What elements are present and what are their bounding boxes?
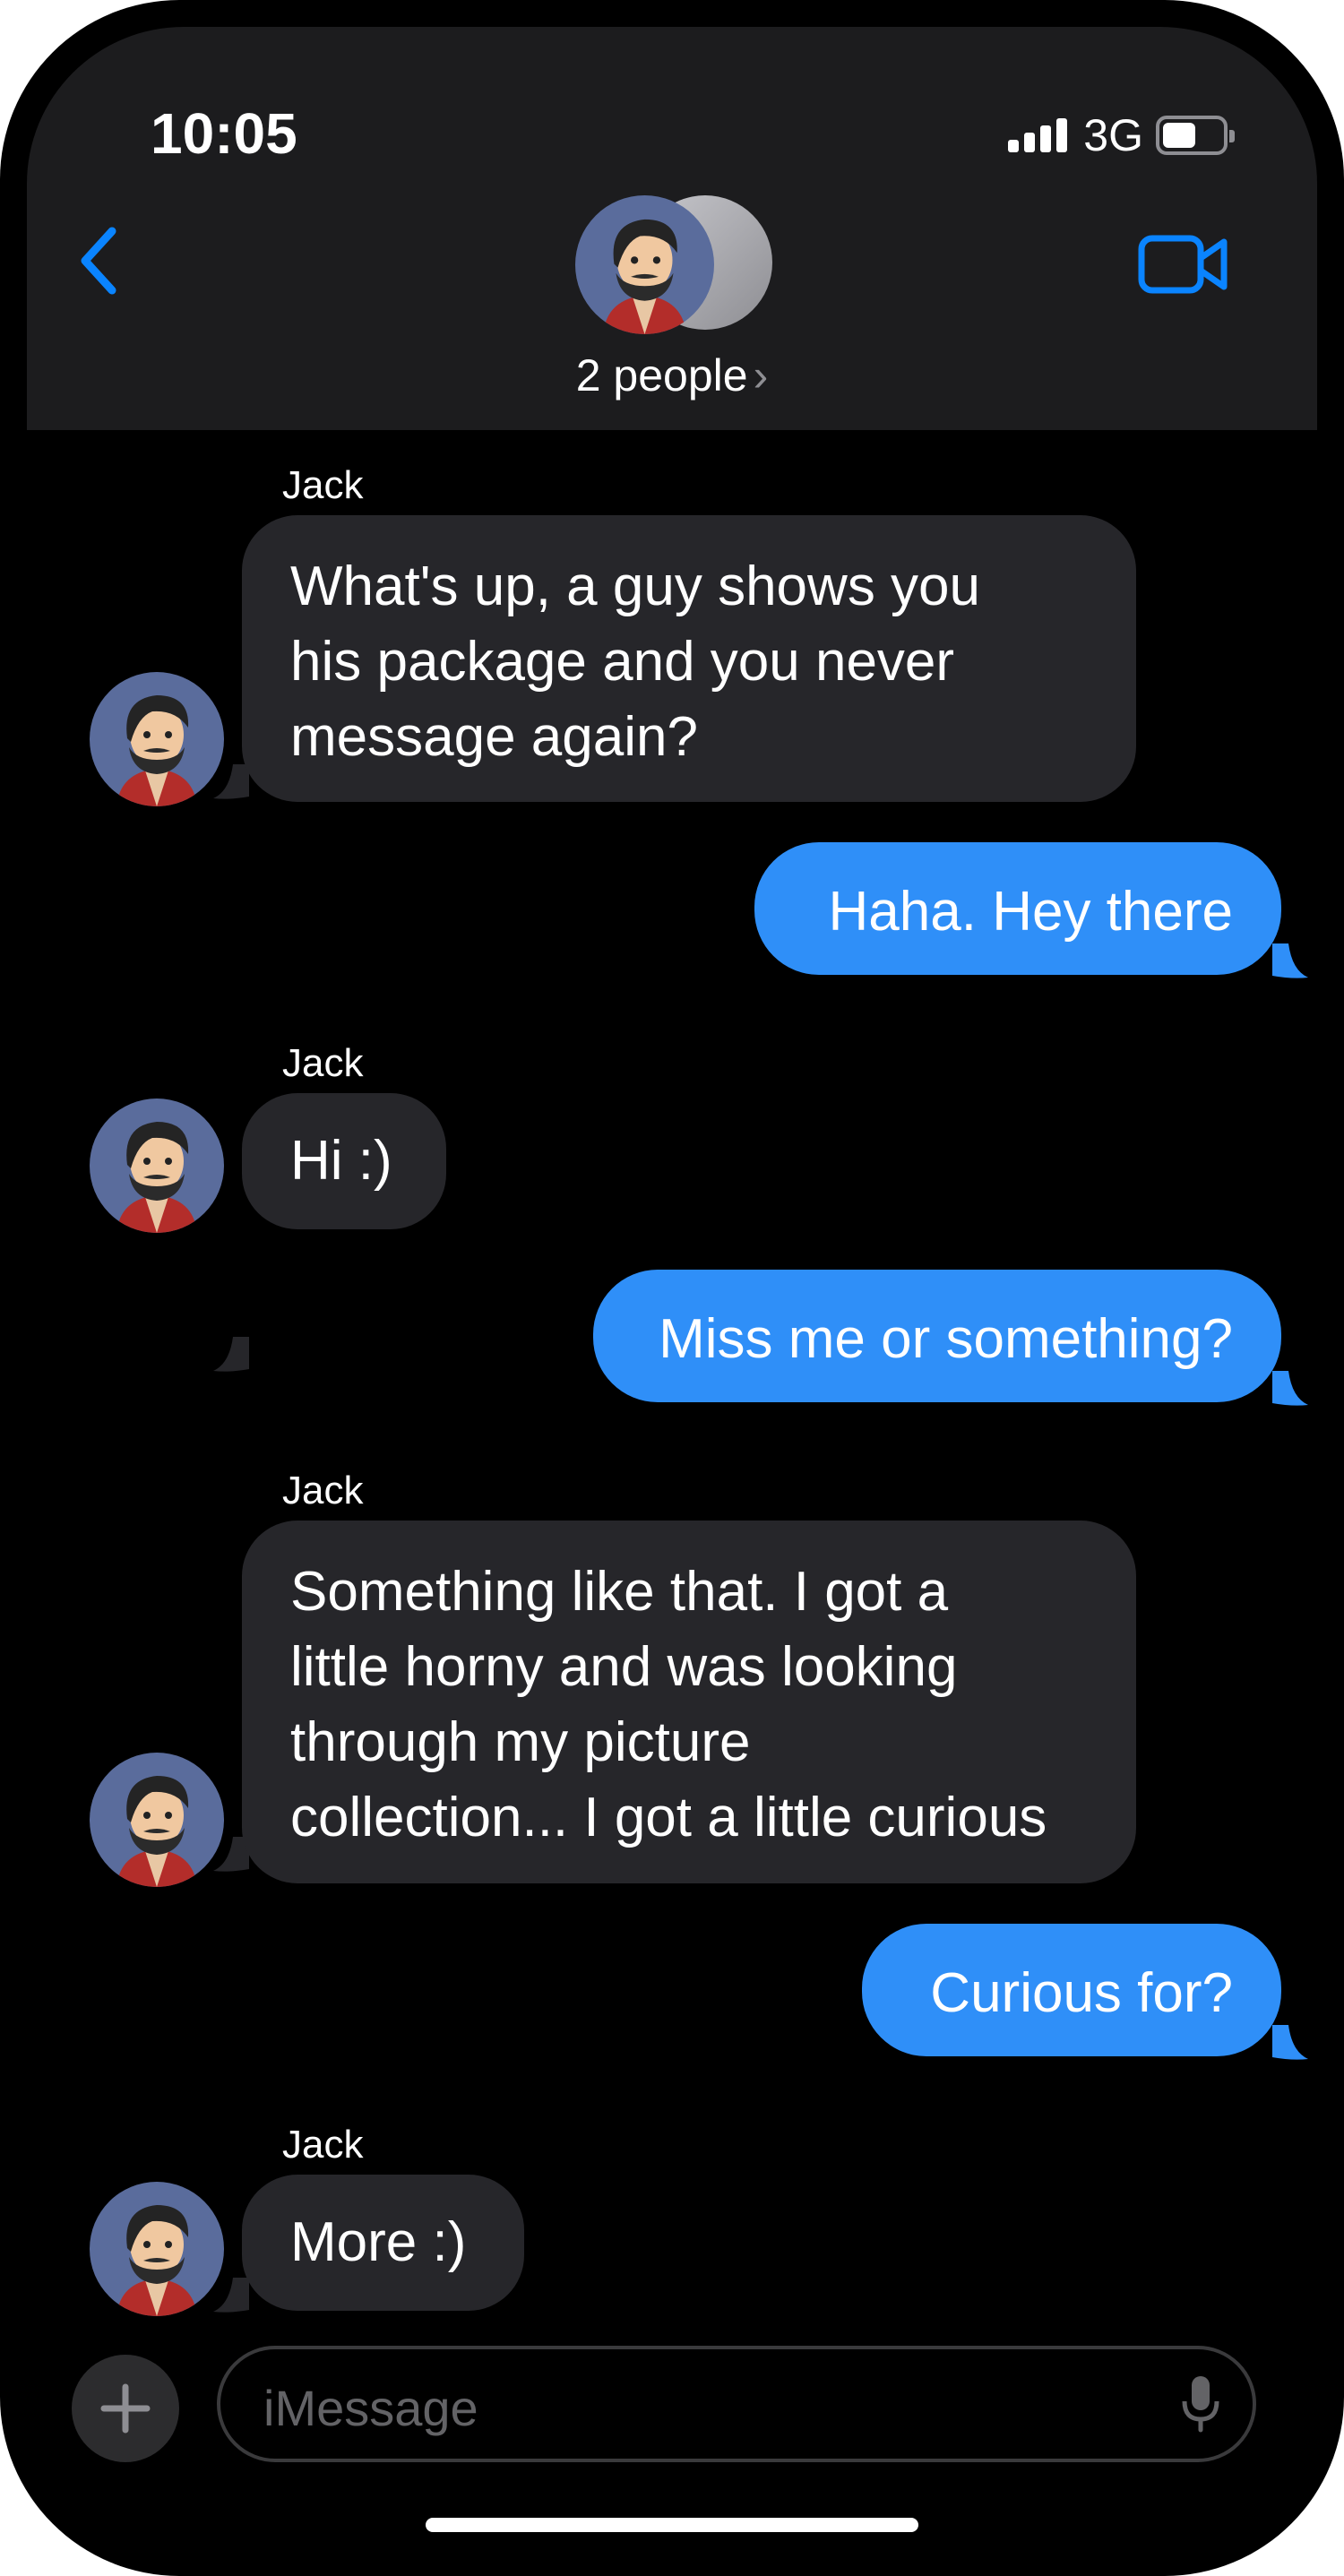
outgoing-message-bubble[interactable]: Miss me or something? <box>593 1270 1281 1402</box>
home-indicator[interactable] <box>426 2518 918 2532</box>
avatar[interactable] <box>90 2182 224 2316</box>
people-count-label: 2 people <box>575 350 748 401</box>
incoming-message-bubble[interactable]: What's up, a guy shows you his package a… <box>242 515 1136 802</box>
chevron-right-icon: › <box>753 350 769 401</box>
sender-name: Jack <box>282 2123 364 2167</box>
message-line: Miss me or something? <box>659 1308 1233 1370</box>
outgoing-message-bubble[interactable]: Curious for? <box>862 1924 1281 2056</box>
message-line: message again? <box>290 706 698 768</box>
battery-icon <box>1156 116 1235 155</box>
dictation-button[interactable] <box>1181 2374 1220 2438</box>
message-composer: iMessage <box>27 2330 1317 2462</box>
network-type: 3G <box>1083 110 1143 160</box>
message-line: collection... I got a little curious <box>290 1787 1047 1848</box>
screen: 10:05 3G 2 people › Jack What's up, a gu… <box>27 27 1317 2549</box>
message-line: his package and you never <box>290 631 955 693</box>
video-call-button[interactable] <box>1138 235 1228 298</box>
avatar[interactable] <box>90 1753 224 1887</box>
microphone-icon <box>1182 2376 1219 2433</box>
message-line: More :) <box>290 2211 467 2273</box>
sender-name: Jack <box>282 1469 364 1512</box>
message-line: Haha. Hey there <box>828 881 1233 943</box>
message-line: Something like that. I got a <box>290 1561 949 1623</box>
bubble-tail <box>1272 943 1308 979</box>
avatar <box>575 195 714 334</box>
bubble-tail <box>213 2278 249 2313</box>
outgoing-message-bubble[interactable]: Haha. Hey there <box>754 842 1281 975</box>
message-input[interactable]: iMessage <box>217 2346 1256 2462</box>
conversation-title[interactable]: 2 people › <box>27 349 1317 401</box>
message-input-placeholder: iMessage <box>263 2380 478 2436</box>
status-indicators: 3G <box>1008 109 1235 161</box>
chevron-left-icon <box>81 227 116 295</box>
message-line: through my picture <box>290 1711 751 1773</box>
avatar[interactable] <box>90 1098 224 1233</box>
incoming-message-bubble[interactable]: Something like that. I got a little horn… <box>242 1521 1136 1883</box>
status-time: 10:05 <box>151 101 297 166</box>
conversation-header: 10:05 3G 2 people › <box>27 27 1317 430</box>
back-button[interactable] <box>76 226 121 300</box>
message-line: Hi :) <box>290 1130 392 1192</box>
sender-name: Jack <box>282 463 364 507</box>
bubble-tail <box>213 764 249 800</box>
bubble-tail <box>1272 1371 1308 1407</box>
add-attachment-button[interactable] <box>72 2355 179 2462</box>
avatar[interactable] <box>90 672 224 806</box>
message-line: little horny and was looking <box>290 1636 958 1698</box>
signal-icon <box>1008 118 1068 152</box>
plus-icon <box>100 2383 151 2434</box>
message-line: Curious for? <box>930 1962 1233 2024</box>
sender-name: Jack <box>282 1041 364 1085</box>
group-avatar[interactable] <box>575 195 772 339</box>
incoming-message-bubble[interactable]: Hi :) <box>242 1093 446 1229</box>
video-camera-icon <box>1138 235 1228 294</box>
bubble-tail <box>213 1337 249 1373</box>
bubble-tail <box>1272 2025 1308 2061</box>
phone-frame: 10:05 3G 2 people › Jack What's up, a gu… <box>0 0 1344 2576</box>
incoming-message-bubble[interactable]: More :) <box>242 2175 524 2311</box>
message-line: What's up, a guy shows you <box>290 556 981 617</box>
